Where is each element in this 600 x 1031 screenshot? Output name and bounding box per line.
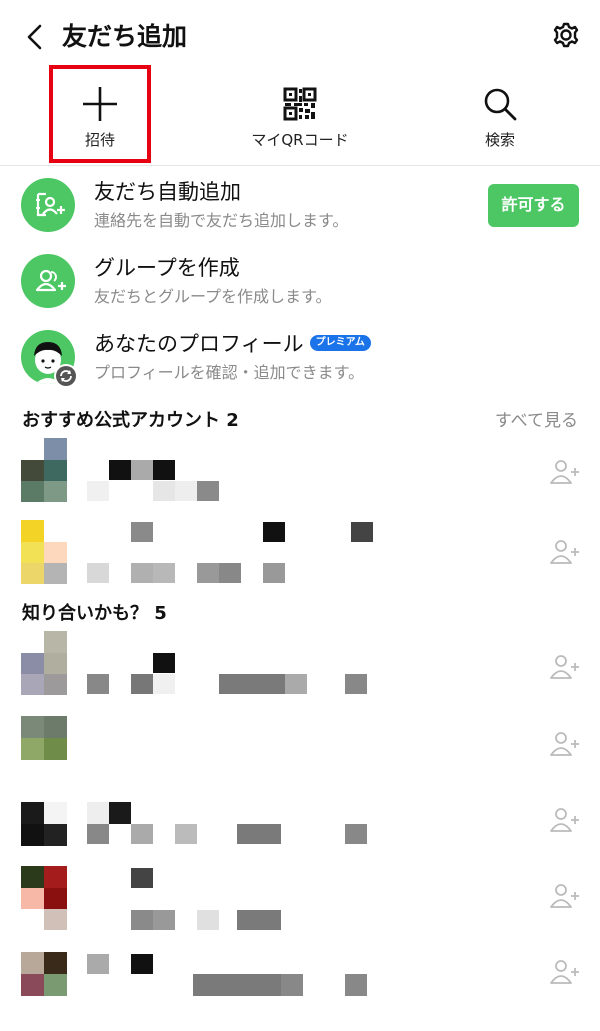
list-item[interactable] [0, 631, 600, 701]
sync-icon [54, 364, 78, 388]
search-label: 検索 [484, 131, 515, 149]
avatar [21, 802, 67, 846]
add-friend-button[interactable] [548, 880, 580, 912]
list-item[interactable] [0, 866, 600, 936]
list-item[interactable] [0, 520, 600, 590]
avatar [21, 866, 67, 930]
add-friend-button[interactable] [548, 956, 580, 988]
add-person-icon [550, 460, 579, 484]
avatar [21, 716, 67, 760]
page-title: 友だち追加 [62, 22, 188, 51]
list-item[interactable] [0, 716, 600, 786]
chevron-left-icon [27, 24, 42, 50]
see-all-link[interactable]: すべて見る [495, 406, 578, 431]
profile-title: あなたのプロフィール プレミアム [94, 330, 371, 358]
add-friend-button[interactable] [548, 536, 580, 568]
allow-button[interactable]: 許可する [488, 184, 579, 227]
profile-title-text: あなたのプロフィール [94, 332, 304, 356]
create-group-item[interactable]: グループを作成 友だちとグループを作成します。 [0, 254, 600, 330]
auto-add-icon [21, 178, 75, 232]
group-icon [21, 254, 75, 308]
add-person-icon [550, 808, 579, 832]
auto-add-title: 友だち自動追加 [94, 180, 241, 204]
add-friend-button[interactable] [548, 804, 580, 836]
official-accounts-heading: おすすめ公式アカウント 2 [22, 410, 239, 431]
add-person-icon [550, 732, 579, 756]
my-qr-code-button[interactable]: マイQRコード [230, 72, 370, 166]
profile-subtitle: プロフィールを確認・追加できます。 [94, 363, 365, 382]
premium-badge: プレミアム [309, 335, 371, 351]
avatar [21, 438, 67, 502]
list-item[interactable] [0, 802, 600, 872]
add-person-icon [550, 540, 579, 564]
header-bar: 友だち追加 [0, 0, 600, 72]
list-item[interactable] [0, 952, 600, 1022]
avatar [21, 952, 67, 1016]
add-friend-button[interactable] [548, 728, 580, 760]
back-button[interactable] [18, 20, 52, 54]
invite-highlight-frame [49, 65, 151, 163]
add-person-icon [550, 884, 579, 908]
list-item[interactable] [0, 438, 600, 508]
qr-code-icon [283, 87, 317, 121]
search-button[interactable]: 検索 [430, 72, 570, 166]
create-group-subtitle: 友だちとグループを作成します。 [94, 287, 332, 306]
add-friend-button[interactable] [548, 456, 580, 488]
add-person-icon [550, 960, 579, 984]
avatar [21, 631, 67, 695]
search-icon [484, 88, 517, 121]
gear-icon [553, 22, 579, 48]
settings-button[interactable] [549, 18, 583, 52]
my-qr-code-label: マイQRコード [251, 131, 349, 149]
add-person-icon [550, 655, 579, 679]
suggested-friends-heading: 知り合いかも？ 5 [22, 603, 167, 624]
avatar [21, 520, 67, 584]
create-group-title: グループを作成 [94, 256, 240, 280]
add-friend-button[interactable] [548, 651, 580, 683]
auto-add-subtitle: 連絡先を自動で友だち追加します。 [94, 211, 349, 230]
my-profile-item[interactable]: あなたのプロフィール プレミアム プロフィールを確認・追加できます。 [0, 330, 600, 406]
